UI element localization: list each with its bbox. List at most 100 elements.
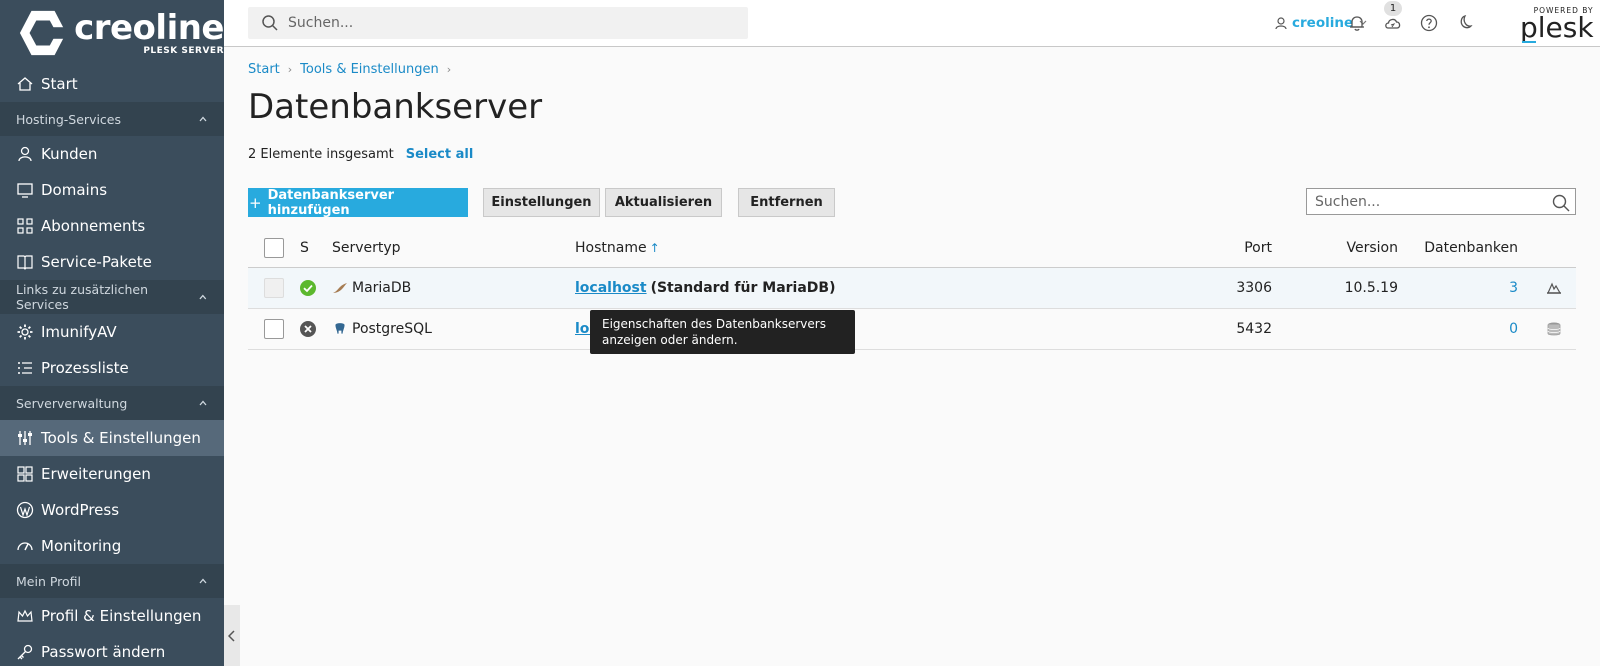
select-all-checkbox[interactable] (264, 237, 284, 258)
version-value: 10.5.19 (1344, 280, 1398, 296)
sidebar-item-monitoring[interactable]: Monitoring (0, 528, 224, 564)
row-checkbox[interactable] (264, 278, 284, 298)
sidebar-section-label: Links zu zusätzlichen Services (16, 282, 149, 312)
sidebar-item-kunden[interactable]: Kunden (0, 136, 224, 172)
database-icon[interactable] (1546, 321, 1562, 337)
port-value: 3306 (1236, 280, 1272, 296)
settings-button[interactable]: Einstellungen (483, 188, 600, 217)
sidebar-item-imunifyav[interactable]: ImunifyAV (0, 314, 224, 350)
sidebar-item-tools-einstellungen[interactable]: Tools & Einstellungen (0, 420, 224, 456)
chevron-left-icon (228, 629, 235, 642)
server-type: MariaDB (352, 280, 412, 296)
sidebar-item-domains[interactable]: Domains (0, 172, 224, 208)
status-error-icon (300, 321, 316, 337)
sidebar-section-hosting-services[interactable]: Hosting-Services (0, 102, 224, 136)
sidebar-nav: Start Hosting-Services Kunden Domains Abonne… (0, 66, 224, 666)
database-servers-table: S Servertyp Hostname ↑ Port Version Date… (248, 228, 1576, 350)
sidebar-section-links-zu-zusätzlichen-services[interactable]: Links zu zusätzlichen Services (0, 280, 224, 314)
sidebar-item-label: Passwort ändern (41, 643, 166, 661)
sidebar-item-erweiterungen[interactable]: Erweiterungen (0, 456, 224, 492)
list-search-input[interactable] (1315, 193, 1543, 210)
monitor-icon (17, 183, 33, 198)
column-hostname[interactable]: Hostname ↑ (575, 228, 660, 267)
search-icon (262, 15, 278, 31)
add-database-server-button[interactable]: + Datenbankserver hinzufügen (248, 188, 468, 218)
sidebar-item-label: Tools & Einstellungen (41, 429, 201, 447)
status-ok-icon (300, 280, 316, 296)
hostname-link[interactable]: localhost (575, 280, 647, 296)
user-icon (1275, 16, 1287, 29)
column-hostname-label: Hostname (575, 239, 647, 256)
postgresql-icon (334, 322, 346, 335)
sidebar-item-label: Abonnements (41, 217, 146, 235)
list-icon (18, 362, 32, 374)
row-checkbox[interactable] (264, 319, 284, 339)
table-header: S Servertyp Hostname ↑ Port Version Date… (248, 228, 1576, 268)
refresh-button[interactable]: Aktualisieren (605, 188, 722, 217)
cloud-icon[interactable] (1384, 14, 1402, 32)
sidebar-item-profil-einstellungen[interactable]: Profil & Einstellungen (0, 598, 224, 634)
item-count: 2 Elemente insgesamt (248, 147, 394, 162)
hostname-note: (Standard für MariaDB) (650, 280, 836, 296)
breadcrumb-separator-icon: › (287, 63, 293, 76)
sidebar-section-mein-profil[interactable]: Mein Profil (0, 564, 224, 598)
sidebar-item-passwort-ändern[interactable]: Passwort ändern (0, 634, 224, 666)
brand-logo[interactable]: creoline PLESK SERVER (0, 0, 224, 66)
sort-ascending-icon: ↑ (649, 240, 660, 255)
global-search[interactable] (248, 7, 748, 39)
databases-count-link[interactable]: 0 (1509, 309, 1518, 349)
breadcrumb-separator-icon: › (446, 63, 452, 76)
extensions-icon (17, 466, 33, 482)
sidebar-item-label: WordPress (41, 501, 120, 519)
databases-count-link[interactable]: 3 (1509, 268, 1518, 308)
sidebar-item-label: Erweiterungen (41, 465, 151, 483)
column-version[interactable]: Version (1347, 228, 1398, 267)
sidebar-collapse-button[interactable] (224, 605, 240, 666)
sidebar-item-prozessliste[interactable]: Prozessliste (0, 350, 224, 386)
home-icon (17, 77, 33, 91)
sliders-icon (18, 431, 32, 445)
column-port[interactable]: Port (1244, 228, 1272, 267)
column-status[interactable]: S (300, 228, 309, 267)
sidebar-item-start[interactable]: Start (0, 66, 224, 102)
remove-button[interactable]: Entfernen (738, 188, 835, 217)
column-server-type[interactable]: Servertyp (332, 228, 401, 267)
table-row[interactable]: MariaDB localhost (Standard für MariaDB)… (248, 268, 1576, 309)
global-search-input[interactable] (288, 15, 728, 31)
chevron-up-icon (199, 400, 207, 406)
sidebar-item-label: Monitoring (41, 537, 122, 555)
sidebar-section-label: Hosting-Services (16, 111, 122, 127)
port-value: 5432 (1236, 321, 1272, 337)
column-databases[interactable]: Datenbanken (1424, 228, 1518, 267)
book-icon (17, 255, 33, 270)
sidebar: creoline PLESK SERVER Start Hosting-Servi… (0, 0, 224, 666)
sidebar-section-serververwaltung[interactable]: Serververwaltung (0, 386, 224, 420)
sidebar-section-label: Mein Profil (16, 573, 82, 589)
powered-by-plesk: POWERED BY plesk (1520, 6, 1594, 43)
server-type: PostgreSQL (352, 321, 432, 337)
breadcrumb: Start › Tools & Einstellungen › (248, 62, 459, 77)
search-icon[interactable] (1552, 194, 1570, 212)
mariadb-icon (333, 283, 347, 293)
gauge-icon (17, 542, 33, 551)
sidebar-item-abonnements[interactable]: Abonnements (0, 208, 224, 244)
sidebar-item-label: Profil & Einstellungen (41, 607, 202, 625)
chevron-up-icon (199, 294, 207, 300)
select-all-link[interactable]: Select all (406, 147, 474, 162)
sidebar-item-wordpress[interactable]: WordPress (0, 492, 224, 528)
sidebar-item-label: Domains (41, 181, 108, 199)
breadcrumb-start[interactable]: Start (248, 62, 280, 77)
sidebar-item-service-pakete[interactable]: Service-Pakete (0, 244, 224, 280)
help-icon[interactable] (1420, 14, 1438, 32)
table-row[interactable]: PostgreSQL localhost 5432 0 (248, 309, 1576, 350)
key-icon (17, 644, 33, 660)
creoline-logo-icon (19, 10, 69, 56)
breadcrumb-tools-settings[interactable]: Tools & Einstellungen (300, 62, 439, 77)
list-search[interactable] (1306, 188, 1576, 215)
sidebar-item-label: Prozessliste (41, 359, 129, 377)
phpmyadmin-icon[interactable] (1546, 281, 1562, 295)
dark-mode-icon[interactable] (1456, 14, 1474, 32)
sidebar-item-label: ImunifyAV (41, 323, 117, 341)
notifications-icon[interactable] (1348, 14, 1366, 32)
toolbar: + Datenbankserver hinzufügen Einstellung… (248, 188, 1576, 218)
